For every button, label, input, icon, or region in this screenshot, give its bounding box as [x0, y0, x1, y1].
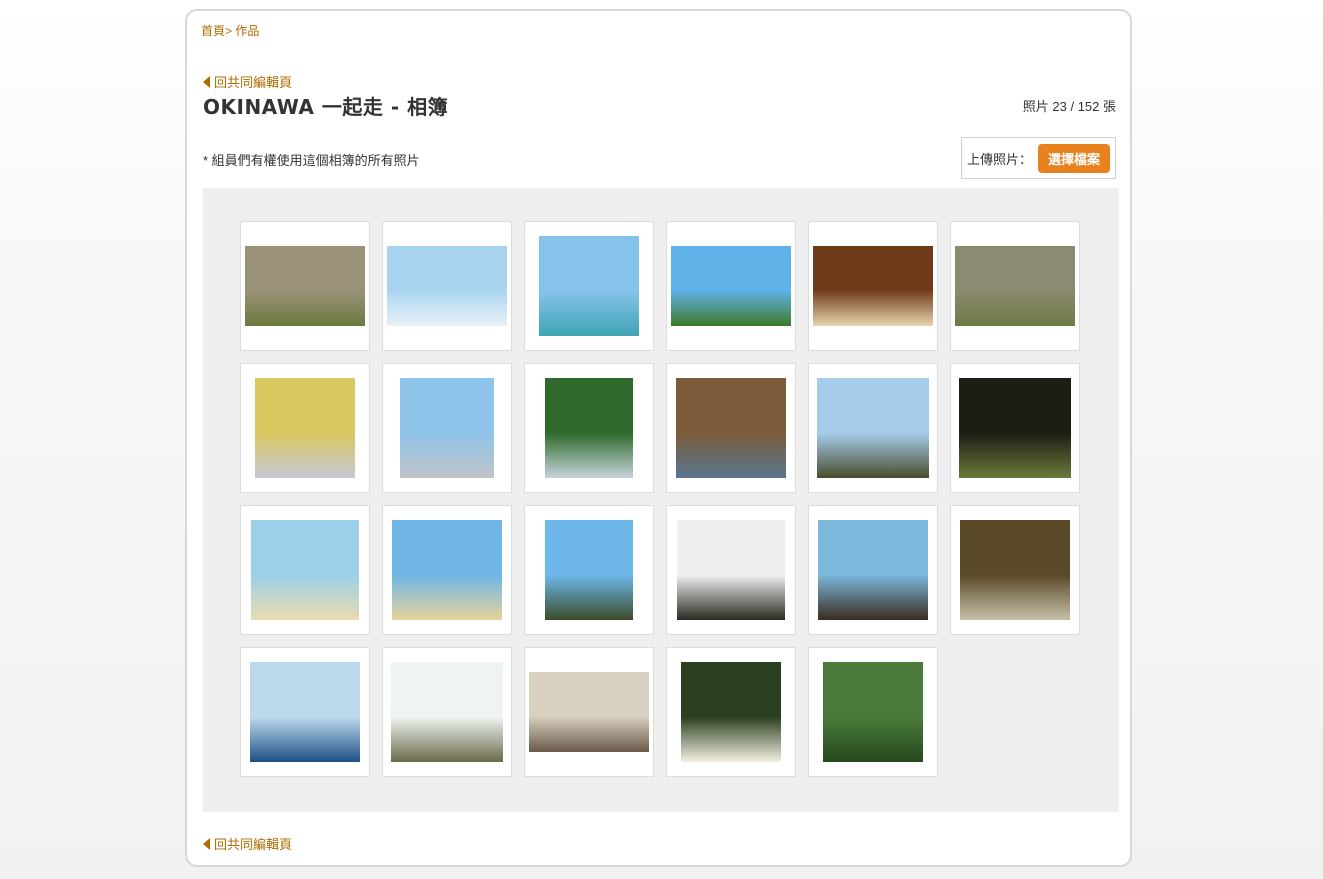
photo-image	[818, 520, 928, 620]
photo-image	[545, 378, 633, 478]
photo-image	[387, 246, 507, 326]
photo-thumbnail[interactable]	[240, 221, 370, 351]
photo-gallery	[203, 188, 1119, 812]
album-title: OKINAWA 一起走 - 相簿	[203, 95, 449, 119]
upload-panel: 上傳照片： 選擇檔案	[961, 137, 1116, 179]
back-link-label: 回共同編輯頁	[214, 75, 293, 90]
photo-thumbnail[interactable]	[666, 363, 796, 493]
photo-thumbnail[interactable]	[666, 505, 796, 635]
photo-count: 照片 23 / 152 張	[1022, 99, 1116, 114]
back-link-label: 回共同編輯頁	[214, 837, 293, 852]
photo-thumbnail[interactable]	[240, 363, 370, 493]
photo-image	[250, 662, 360, 762]
breadcrumb-current[interactable]: 作品	[235, 24, 259, 38]
photo-image	[817, 378, 929, 478]
photo-image	[955, 246, 1075, 326]
back-to-coedit-link-top[interactable]: 回共同編輯頁	[203, 72, 292, 91]
photo-thumbnail[interactable]	[382, 363, 512, 493]
photo-thumbnail[interactable]	[524, 505, 654, 635]
photo-thumbnail[interactable]	[950, 505, 1080, 635]
photo-thumbnail[interactable]	[666, 221, 796, 351]
photo-image	[823, 662, 923, 762]
photo-image	[529, 672, 649, 752]
permission-note: * 組員們有權使用這個相簿的所有照片	[203, 153, 420, 168]
photo-thumbnail[interactable]	[382, 647, 512, 777]
back-arrow-icon	[203, 75, 210, 88]
content-panel: 首頁> 作品 回共同編輯頁 OKINAWA 一起走 - 相簿 照片 23 / 1…	[185, 9, 1132, 867]
photo-thumbnail[interactable]	[382, 505, 512, 635]
photo-image	[677, 520, 785, 620]
photo-image	[545, 520, 633, 620]
photo-thumbnail[interactable]	[950, 221, 1080, 351]
choose-file-button[interactable]: 選擇檔案	[1038, 143, 1111, 173]
photo-thumbnail[interactable]	[240, 647, 370, 777]
photo-image	[392, 520, 502, 620]
photo-image	[676, 378, 786, 478]
breadcrumb: 首頁> 作品	[201, 22, 259, 39]
photo-image	[671, 246, 791, 326]
photo-thumbnail[interactable]	[808, 363, 938, 493]
photo-image	[391, 662, 503, 762]
back-to-coedit-link-bottom[interactable]: 回共同編輯頁	[203, 834, 292, 853]
breadcrumb-separator: >	[225, 24, 233, 38]
photo-image	[813, 246, 933, 326]
photo-thumbnail[interactable]	[950, 363, 1080, 493]
photo-thumbnail[interactable]	[524, 647, 654, 777]
photo-image	[681, 662, 781, 762]
photo-image	[251, 520, 359, 620]
photo-thumbnail[interactable]	[808, 505, 938, 635]
photo-thumbnail[interactable]	[382, 221, 512, 351]
photo-image	[400, 378, 494, 478]
upload-label: 上傳照片：	[967, 151, 1033, 167]
photo-thumbnail[interactable]	[808, 647, 938, 777]
photo-image	[960, 520, 1070, 620]
photo-image	[539, 236, 639, 336]
photo-image	[959, 378, 1071, 478]
breadcrumb-home[interactable]: 首頁	[201, 24, 225, 38]
photo-thumbnail[interactable]	[524, 363, 654, 493]
photo-image	[245, 246, 365, 326]
photo-image	[255, 378, 355, 478]
photo-thumbnail[interactable]	[524, 221, 654, 351]
back-arrow-icon	[203, 837, 210, 850]
photo-thumbnail[interactable]	[666, 647, 796, 777]
photo-thumbnail[interactable]	[808, 221, 938, 351]
photo-thumbnail[interactable]	[240, 505, 370, 635]
